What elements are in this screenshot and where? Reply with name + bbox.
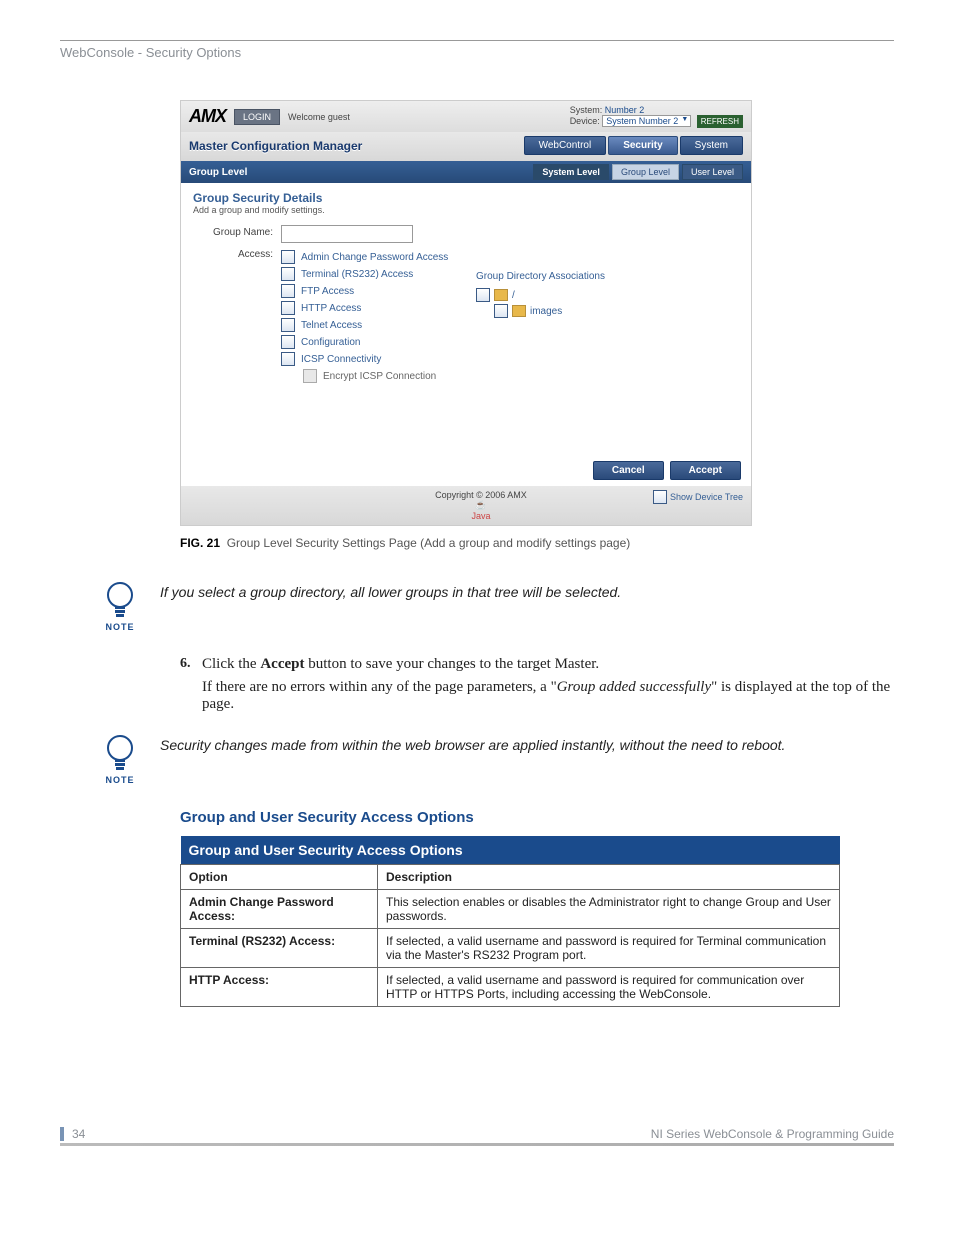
mcm-title: Master Configuration Manager [189, 139, 362, 153]
group-name-label: Group Name: [193, 225, 281, 238]
refresh-button[interactable]: REFRESH [697, 115, 743, 128]
tree-images: images [530, 306, 562, 317]
step-paragraph: If there are no errors within any of the… [202, 679, 894, 713]
device-label: Device: [570, 116, 600, 126]
checkbox-terminal-rs232[interactable] [281, 267, 295, 281]
folder-icon [494, 289, 508, 301]
access-label: Access: [193, 247, 281, 260]
java-badge: ☕Java [309, 500, 653, 521]
doc-title-footer: NI Series WebConsole & Programming Guide [651, 1127, 894, 1141]
options-table: Group and User Security Access Options O… [180, 836, 840, 1007]
table-row: Terminal (RS232) Access: If selected, a … [181, 929, 840, 968]
note-text-1: If you select a group directory, all low… [160, 580, 894, 600]
opt-icsp-connectivity: ICSP Connectivity [301, 354, 381, 365]
opt-telnet-access: Telnet Access [301, 320, 362, 331]
group-security-details-sub: Add a group and modify settings. [193, 205, 456, 215]
group-name-input[interactable] [281, 225, 413, 243]
login-button[interactable]: LOGIN [234, 109, 280, 125]
checkbox-ftp-access[interactable] [281, 284, 295, 298]
page-number: 34 [60, 1127, 85, 1141]
welcome-text: Welcome guest [288, 112, 350, 122]
checkbox-http-access[interactable] [281, 301, 295, 315]
system-label: System: [570, 105, 603, 115]
table-row: HTTP Access: If selected, a valid userna… [181, 968, 840, 1007]
section-heading: Group and User Security Access Options [180, 809, 894, 826]
opt-configuration: Configuration [301, 337, 360, 348]
step-number: 6. [180, 656, 202, 673]
tree-root: / [512, 290, 515, 301]
subbar-title: Group Level [189, 167, 247, 178]
table-row: Admin Change Password Access: This selec… [181, 890, 840, 929]
subtab-user-level[interactable]: User Level [682, 164, 743, 180]
tab-webcontrol[interactable]: WebControl [524, 136, 607, 155]
show-device-tree-checkbox[interactable] [653, 490, 667, 504]
checkbox-configuration[interactable] [281, 335, 295, 349]
checkbox-encrypt-icsp[interactable] [303, 369, 317, 383]
checkbox-admin-change-password[interactable] [281, 250, 295, 264]
figure-caption: FIG. 21 Group Level Security Settings Pa… [180, 536, 894, 550]
checkbox-telnet-access[interactable] [281, 318, 295, 332]
opt-ftp-access: FTP Access [301, 286, 354, 297]
table-title: Group and User Security Access Options [181, 836, 840, 865]
page-header: WebConsole - Security Options [60, 40, 894, 60]
accept-button[interactable]: Accept [670, 461, 741, 480]
tab-security[interactable]: Security [608, 136, 677, 155]
group-directory-associations-title: Group Directory Associations [476, 271, 739, 282]
opt-terminal-rs232: Terminal (RS232) Access [301, 269, 413, 280]
step-text: Click the Accept button to save your cha… [202, 656, 894, 673]
note-icon: NOTE [100, 580, 140, 632]
opt-encrypt-icsp: Encrypt ICSP Connection [323, 371, 436, 382]
table-col-description: Description [378, 865, 840, 890]
amx-logo: AMX [189, 106, 226, 127]
copyright-text: Copyright © 2006 AMX [309, 490, 653, 500]
tree-checkbox-root[interactable] [476, 288, 490, 302]
tab-system[interactable]: System [680, 136, 743, 155]
cancel-button[interactable]: Cancel [593, 461, 664, 480]
opt-http-access: HTTP Access [301, 303, 361, 314]
note-text-2: Security changes made from within the we… [160, 733, 894, 753]
subtab-system-level[interactable]: System Level [533, 164, 609, 180]
tree-checkbox-images[interactable] [494, 304, 508, 318]
opt-admin-change-password: Admin Change Password Access [301, 252, 448, 263]
folder-icon [512, 305, 526, 317]
checkbox-icsp-connectivity[interactable] [281, 352, 295, 366]
note-icon: NOTE [100, 733, 140, 785]
show-device-tree-label: Show Device Tree [670, 492, 743, 502]
device-select[interactable]: System Number 2 [602, 115, 691, 127]
screenshot-figure: AMX LOGIN Welcome guest System: Number 2… [180, 100, 752, 526]
table-col-option: Option [181, 865, 378, 890]
system-value: Number 2 [605, 105, 645, 115]
group-security-details-title: Group Security Details [193, 191, 456, 205]
subtab-group-level[interactable]: Group Level [612, 164, 679, 180]
